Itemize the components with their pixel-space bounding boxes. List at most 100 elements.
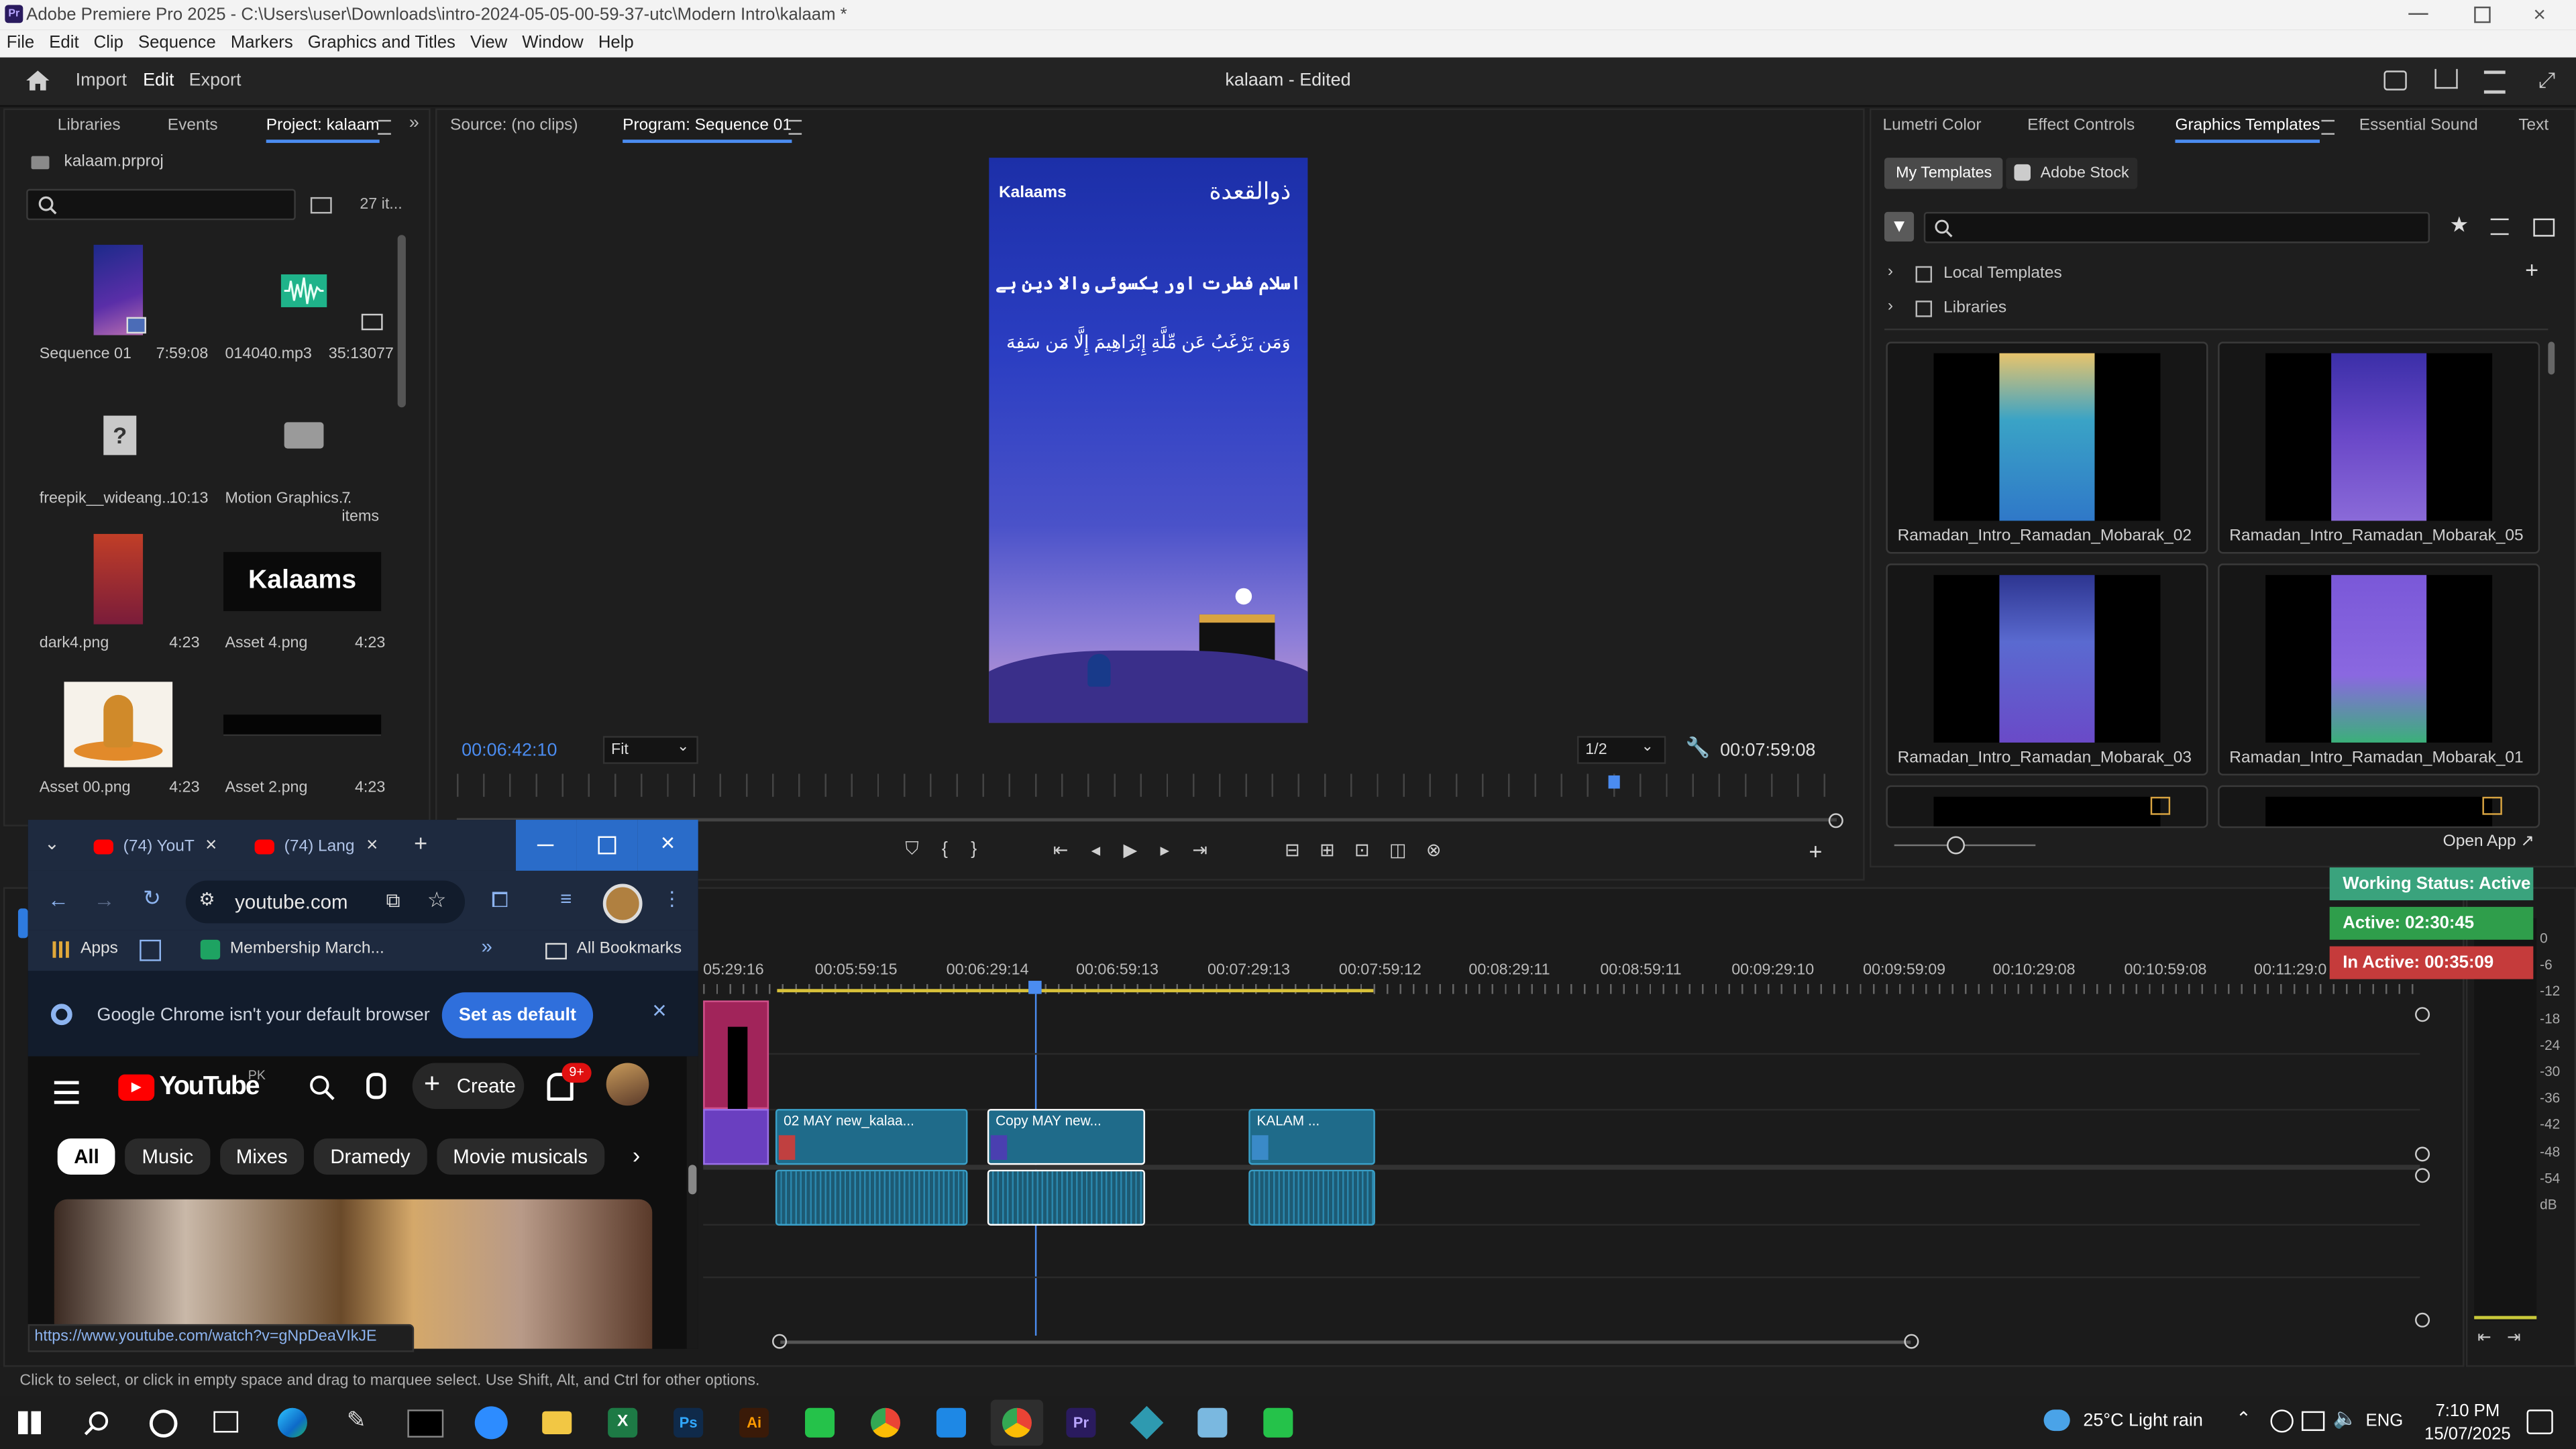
terminal-icon[interactable]: [407, 1409, 444, 1438]
audio-clip[interactable]: [1248, 1169, 1375, 1226]
search-icon[interactable]: [309, 1075, 335, 1101]
project-scrollbar[interactable]: [397, 235, 406, 408]
fullscreen-icon[interactable]: ⤢: [2538, 67, 2555, 93]
tab-effect-controls[interactable]: Effect Controls: [2027, 117, 2135, 135]
tab-lumetri[interactable]: Lumetri Color: [1883, 117, 1982, 135]
tree-local-templates[interactable]: › Local Templates: [1888, 263, 2545, 289]
extensions-icon[interactable]: ⧠: [491, 887, 508, 913]
more-bookmarks-icon[interactable]: »: [482, 934, 492, 957]
back-icon[interactable]: ←: [48, 887, 69, 912]
export-frame-icon[interactable]: ⊡: [1354, 841, 1389, 861]
chrome-icon[interactable]: [870, 1407, 901, 1438]
audio-clip[interactable]: [987, 1169, 1145, 1226]
black-clip[interactable]: [727, 1026, 748, 1110]
panel-menu-icon[interactable]: [2321, 119, 2335, 135]
wrench-icon[interactable]: 🔧: [1686, 736, 1711, 759]
tab-essential-sound[interactable]: Essential Sound: [2359, 117, 2478, 135]
chrome-tab-1[interactable]: (74) YouT ×: [83, 826, 232, 869]
close-tab-icon[interactable]: ×: [366, 833, 378, 856]
add-template-icon[interactable]: +: [2525, 256, 2538, 282]
tab-search-icon[interactable]: ⌄: [44, 833, 60, 854]
task-view-icon[interactable]: [213, 1411, 239, 1433]
project-item-audio[interactable]: 014040.mp3 35:13077: [210, 241, 394, 370]
close-tab-icon[interactable]: ×: [205, 833, 217, 856]
quick-export-icon[interactable]: [2383, 70, 2407, 91]
restore-button[interactable]: [2474, 6, 2491, 23]
menu-help[interactable]: Help: [592, 30, 642, 52]
track-scroll-handle[interactable]: [2415, 1007, 2430, 1022]
template-card-partial-2[interactable]: [2218, 785, 2540, 828]
whatsapp2-icon[interactable]: [1263, 1407, 1293, 1438]
bookmark-membership[interactable]: Membership March...: [230, 940, 384, 958]
vr-icon[interactable]: ⊗: [1426, 841, 1461, 861]
cast-icon[interactable]: ⧉: [386, 889, 400, 914]
checkbox[interactable]: [1915, 266, 1933, 283]
chip-movie-musicals[interactable]: Movie musicals: [436, 1138, 604, 1175]
new-folder-icon[interactable]: [2533, 218, 2555, 237]
tab-groups-icon[interactable]: [140, 939, 162, 961]
menu-graphics[interactable]: Graphics and Titles: [301, 30, 464, 52]
track-scroll-handle[interactable]: [2415, 1168, 2430, 1183]
new-tab-icon[interactable]: +: [414, 830, 427, 856]
template-card-02[interactable]: Ramadan_Intro_Ramadan_Mobarak_02: [1886, 341, 2208, 554]
illustrator-icon[interactable]: Ai: [739, 1407, 769, 1438]
panel-menu-icon[interactable]: [788, 119, 802, 135]
project-item-asset4[interactable]: Kalaams Asset 4.png 4:23: [210, 531, 390, 659]
slider-handle[interactable]: [1947, 836, 1966, 855]
zoom-handle-right[interactable]: [1828, 813, 1843, 828]
go-to-out-icon[interactable]: ⇥: [1192, 841, 1230, 861]
bookmark-apps[interactable]: Apps: [80, 940, 118, 958]
project-item-asset00[interactable]: Asset 00.png 4:23: [25, 676, 205, 804]
pen-icon[interactable]: ✎: [347, 1406, 366, 1434]
project-item-sequence[interactable]: Sequence 01 7:59:08: [25, 241, 208, 370]
project-item-freepik[interactable]: ? freepik__wideang... 10:13: [25, 386, 208, 515]
tab-events[interactable]: Events: [168, 117, 218, 135]
templates-scrollbar[interactable]: [2548, 341, 2555, 375]
chrome-scroll-thumb[interactable]: [688, 1165, 697, 1195]
chrome-profile-icon[interactable]: [990, 1399, 1044, 1446]
project-item-dark4[interactable]: dark4.png 4:23: [25, 531, 205, 659]
adobe-stock-button[interactable]: Adobe Stock: [2006, 158, 2138, 189]
go-to-in-icon[interactable]: ⇤: [1053, 841, 1091, 861]
forward-icon[interactable]: →: [94, 887, 115, 912]
address-bar[interactable]: ⚙ youtube.com ⧉ ☆: [185, 880, 466, 924]
chrome-close-button[interactable]: ×: [637, 820, 698, 871]
my-templates-button[interactable]: My Templates: [1884, 158, 2003, 189]
apps-icon[interactable]: [52, 941, 69, 958]
zoom-handle-right[interactable]: [1904, 1334, 1919, 1349]
video-clip[interactable]: KALAM ...: [1248, 1109, 1375, 1165]
panel-menu-icon[interactable]: [378, 119, 391, 135]
language-indicator[interactable]: ENG: [2366, 1411, 2404, 1431]
expand-icon[interactable]: »: [409, 113, 419, 133]
solo-left-icon[interactable]: ⇤: [2477, 1329, 2491, 1347]
media-controls-icon[interactable]: ≡: [560, 887, 572, 910]
menu-clip[interactable]: Clip: [87, 30, 131, 52]
weather-icon[interactable]: [2043, 1409, 2070, 1432]
playhead-timecode[interactable]: 00:06:42:10: [462, 741, 557, 760]
zoom-icon[interactable]: [474, 1406, 508, 1440]
menu-markers[interactable]: Markers: [224, 30, 301, 52]
tab-program[interactable]: Program: Sequence 01: [623, 117, 792, 144]
step-back-icon[interactable]: ◂: [1091, 841, 1124, 861]
purple-clip[interactable]: [703, 1109, 769, 1165]
solo-right-icon[interactable]: ⇥: [2507, 1329, 2521, 1347]
template-card-05[interactable]: Ramadan_Intro_Ramadan_Mobarak_05: [2218, 341, 2540, 554]
share-icon[interactable]: [2434, 68, 2458, 89]
timeline-playhead[interactable]: [1028, 981, 1042, 994]
chip-mixes[interactable]: Mixes: [219, 1138, 305, 1175]
filter-icon[interactable]: ▼: [1884, 211, 1915, 242]
cortana-icon[interactable]: [149, 1409, 178, 1438]
vscode-icon[interactable]: [936, 1407, 967, 1438]
chrome-scrollbar[interactable]: [686, 1056, 698, 1349]
create-button[interactable]: + Create: [412, 1063, 525, 1110]
youtube-avatar[interactable]: [606, 1063, 649, 1106]
start-icon[interactable]: [17, 1411, 42, 1434]
tree-libraries[interactable]: › Libraries: [1888, 297, 2545, 323]
add-marker-icon[interactable]: ⛉: [905, 839, 941, 859]
chip-music[interactable]: Music: [125, 1138, 210, 1175]
monitor-playhead[interactable]: [1608, 775, 1620, 789]
chevron-up-icon[interactable]: ⌃: [2236, 1408, 2251, 1429]
notifications-icon[interactable]: [2526, 1409, 2553, 1434]
set-default-button[interactable]: Set as default: [441, 992, 594, 1038]
video-clip[interactable]: Copy MAY new...: [987, 1109, 1145, 1165]
